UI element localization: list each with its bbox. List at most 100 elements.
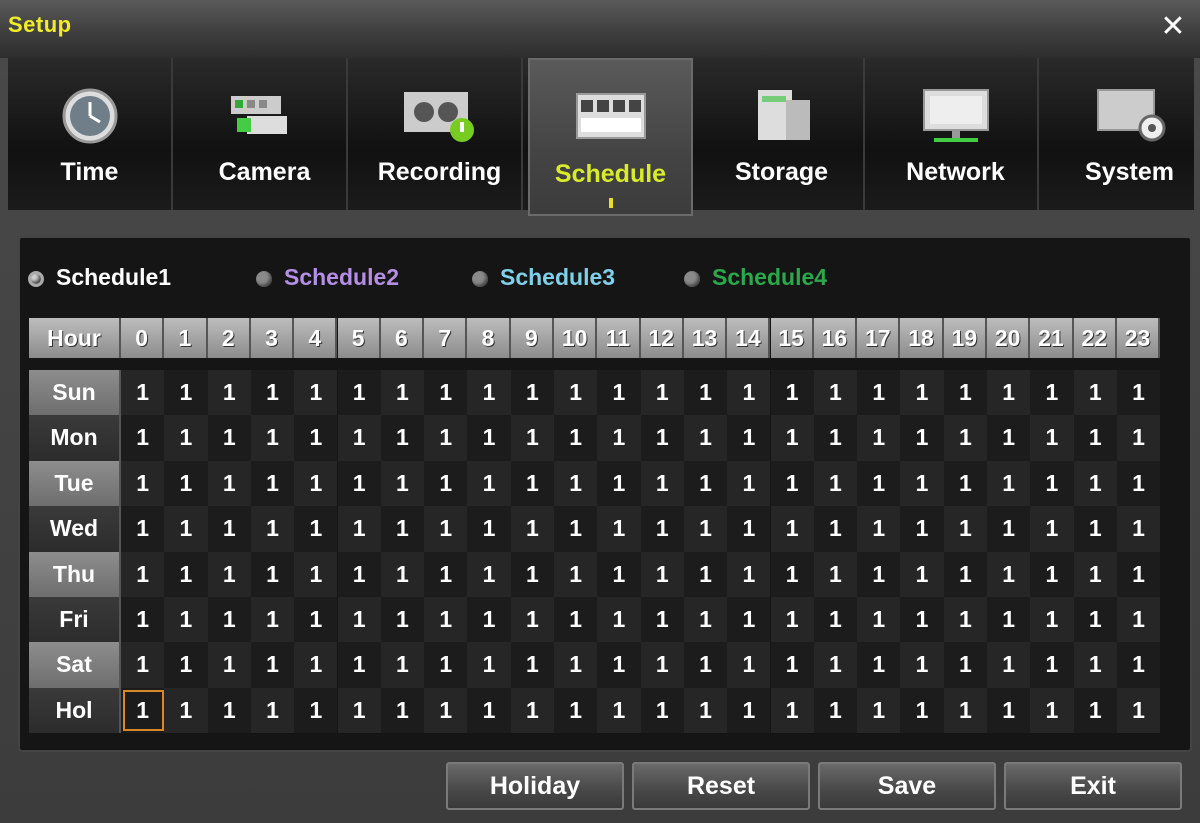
schedule-cell[interactable]: 1 [683,370,728,416]
schedule-cell[interactable]: 1 [164,642,208,688]
schedule-cell[interactable]: 1 [1030,597,1074,643]
schedule-cell[interactable]: 1 [294,506,338,552]
schedule-cell[interactable]: 1 [640,460,684,507]
schedule-cell[interactable]: 1 [857,551,901,597]
schedule-cell[interactable]: 1 [121,506,165,552]
schedule-cell[interactable]: 1 [121,415,165,461]
schedule-cell[interactable]: 1 [1073,370,1117,416]
schedule-cell[interactable]: 1 [683,506,728,552]
schedule-cell[interactable]: 1 [857,460,901,507]
schedule-cell[interactable]: 1 [770,597,814,643]
schedule-cell[interactable]: 1 [380,551,425,597]
schedule-cell[interactable]: 1 [1116,506,1161,552]
schedule-cell[interactable]: 1 [337,506,381,552]
schedule-cell[interactable]: 1 [640,370,684,416]
schedule-cell[interactable]: 1 [727,370,771,416]
schedule-cell[interactable]: 1 [424,415,468,461]
schedule-cell[interactable]: 1 [294,597,338,643]
schedule-cell[interactable]: 1 [1073,597,1117,643]
schedule-cell[interactable]: 1 [554,551,598,597]
schedule-cell[interactable]: 1 [727,551,771,597]
schedule-cell[interactable]: 1 [900,415,944,461]
schedule-cell[interactable]: 1 [554,642,598,688]
schedule-cell[interactable]: 1 [294,687,338,734]
schedule-cell[interactable]: 1 [121,551,165,597]
schedule-cell[interactable]: 1 [770,551,814,597]
schedule-cell[interactable]: 1 [813,415,858,461]
schedule-cell[interactable]: 1 [727,642,771,688]
schedule-cell[interactable]: 1 [597,370,641,416]
schedule-cell[interactable]: 1 [294,551,338,597]
schedule-radio-2[interactable]: Schedule2 [256,264,399,294]
schedule-cell[interactable]: 1 [250,460,295,507]
schedule-cell[interactable]: 1 [294,415,338,461]
schedule-radio-1[interactable]: Schedule1 [28,264,171,294]
schedule-cell[interactable]: 1 [640,551,684,597]
tab-time[interactable]: Time [8,58,173,210]
schedule-cell[interactable]: 1 [857,642,901,688]
schedule-cell[interactable]: 1 [250,551,295,597]
schedule-cell[interactable]: 1 [510,370,554,416]
schedule-cell[interactable]: 1 [467,597,511,643]
schedule-cell[interactable]: 1 [510,415,554,461]
schedule-cell[interactable]: 1 [164,415,208,461]
schedule-cell[interactable]: 1 [250,506,295,552]
schedule-cell[interactable]: 1 [813,506,858,552]
schedule-cell[interactable]: 1 [943,370,987,416]
schedule-cell[interactable]: 1 [164,506,208,552]
schedule-cell[interactable]: 1 [207,460,251,507]
schedule-cell[interactable]: 1 [987,460,1031,507]
schedule-cell[interactable]: 1 [1030,460,1074,507]
schedule-cell[interactable]: 1 [770,687,814,734]
schedule-cell[interactable]: 1 [337,370,381,416]
tab-storage[interactable]: Storage [700,58,865,210]
schedule-cell[interactable]: 1 [640,415,684,461]
schedule-cell[interactable]: 1 [640,642,684,688]
schedule-cell[interactable]: 1 [164,597,208,643]
schedule-cell[interactable]: 1 [987,551,1031,597]
schedule-cell[interactable]: 1 [900,597,944,643]
schedule-cell[interactable]: 1 [943,597,987,643]
schedule-cell[interactable]: 1 [683,687,728,734]
schedule-cell[interactable]: 1 [510,506,554,552]
schedule-cell[interactable]: 1 [380,415,425,461]
schedule-cell[interactable]: 1 [337,551,381,597]
schedule-cell[interactable]: 1 [467,506,511,552]
tab-recording[interactable]: Recording [358,58,523,210]
schedule-cell[interactable]: 1 [554,460,598,507]
schedule-cell[interactable]: 1 [813,642,858,688]
schedule-cell[interactable]: 1 [1073,506,1117,552]
schedule-cell[interactable]: 1 [467,460,511,507]
schedule-cell[interactable]: 1 [987,506,1031,552]
schedule-cell[interactable]: 1 [424,506,468,552]
schedule-cell[interactable]: 1 [943,415,987,461]
schedule-cell[interactable]: 1 [554,370,598,416]
schedule-cell[interactable]: 1 [987,687,1031,734]
schedule-cell[interactable]: 1 [1116,551,1161,597]
schedule-cell[interactable]: 1 [900,460,944,507]
schedule-cell[interactable]: 1 [987,597,1031,643]
schedule-cell[interactable]: 1 [424,687,468,734]
schedule-cell[interactable]: 1 [857,687,901,734]
schedule-cell[interactable]: 1 [1030,687,1074,734]
schedule-cell[interactable]: 1 [467,370,511,416]
schedule-cell[interactable]: 1 [250,687,295,734]
schedule-cell[interactable]: 1 [770,506,814,552]
schedule-cell[interactable]: 1 [250,597,295,643]
schedule-cell[interactable]: 1 [857,370,901,416]
tab-schedule[interactable]: Schedule [528,58,693,216]
schedule-cell[interactable]: 1 [597,415,641,461]
schedule-cell[interactable]: 1 [424,370,468,416]
schedule-cell[interactable]: 1 [380,370,425,416]
schedule-cell[interactable]: 1 [857,506,901,552]
schedule-cell[interactable]: 1 [164,460,208,507]
schedule-cell[interactable]: 1 [770,370,814,416]
schedule-cell[interactable]: 1 [467,687,511,734]
schedule-cell[interactable]: 1 [207,415,251,461]
schedule-cell[interactable]: 1 [207,370,251,416]
schedule-cell[interactable]: 1 [207,506,251,552]
schedule-cell[interactable]: 1 [727,415,771,461]
schedule-cell[interactable]: 1 [813,597,858,643]
schedule-cell[interactable]: 1 [597,597,641,643]
schedule-cell[interactable]: 1 [164,687,208,734]
